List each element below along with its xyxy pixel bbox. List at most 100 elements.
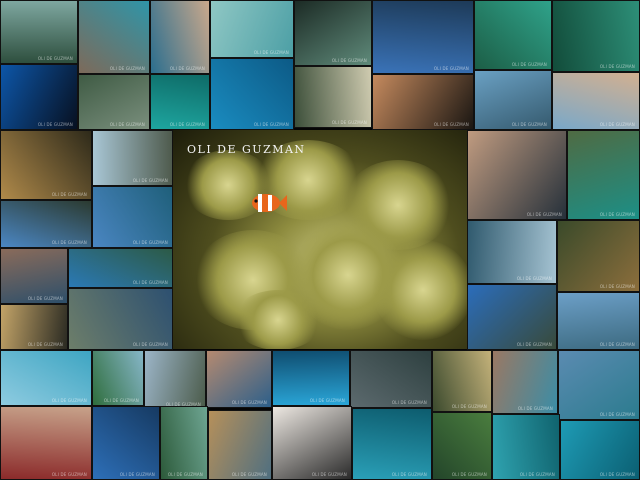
photo-tile-teal-water: OLI DE GUZMAN — [560, 420, 640, 480]
photo-tile-boats-lagoon: OLI DE GUZMAN — [558, 350, 640, 420]
photo-tile-rock-tower: OLI DE GUZMAN — [144, 350, 206, 410]
tile-watermark: OLI DE GUZMAN — [331, 58, 367, 63]
photo-tile-rocky-reef-gray: OLI DE GUZMAN — [350, 350, 432, 408]
photo-tile-person-on-beach: OLI DE GUZMAN — [294, 66, 372, 128]
tile-watermark: OLI DE GUZMAN — [599, 122, 635, 127]
photo-tile-woman-sunglasses-sky: OLI DE GUZMAN — [552, 72, 640, 130]
tile-watermark: OLI DE GUZMAN — [451, 472, 487, 477]
photo-tile-kayak-island: OLI DE GUZMAN — [92, 186, 173, 248]
tile-watermark: OLI DE GUZMAN — [37, 56, 73, 61]
tile-watermark: OLI DE GUZMAN — [109, 66, 145, 71]
tile-watermark: OLI DE GUZMAN — [132, 280, 168, 285]
photo-tile-reef-green: OLI DE GUZMAN — [474, 0, 552, 70]
photo-tile-karst-bay: OLI DE GUZMAN — [474, 70, 552, 130]
photo-tile-blue-sky-cliff: OLI DE GUZMAN — [0, 200, 92, 248]
tile-watermark: OLI DE GUZMAN — [231, 472, 267, 477]
photo-tile-sunset-islands: OLI DE GUZMAN — [372, 74, 474, 130]
photo-tile-man-closeup: OLI DE GUZMAN — [467, 130, 567, 220]
photo-tile-mountain-dusk: OLI DE GUZMAN — [0, 304, 68, 350]
tile-watermark: OLI DE GUZMAN — [169, 122, 205, 127]
photo-tile-snorkel-dive: OLI DE GUZMAN — [492, 414, 560, 480]
photo-tile-screaming-friends: OLI DE GUZMAN — [206, 350, 272, 408]
photo-tile-palm-beach-hut: OLI DE GUZMAN — [432, 350, 492, 412]
photo-tile-girl-sunglasses: OLI DE GUZMAN — [150, 0, 210, 74]
tile-watermark: OLI DE GUZMAN — [51, 472, 87, 477]
photo-tile-underwater-blue: OLI DE GUZMAN — [210, 58, 294, 130]
photo-tile-cliffs-lagoon: OLI DE GUZMAN — [0, 0, 78, 64]
tile-watermark: OLI DE GUZMAN — [51, 192, 87, 197]
tile-watermark: OLI DE GUZMAN — [511, 122, 547, 127]
tile-watermark: OLI DE GUZMAN — [516, 342, 552, 347]
photo-tile-islands-sky: OLI DE GUZMAN — [372, 0, 474, 74]
clownfish-icon — [252, 194, 287, 212]
tile-watermark: OLI DE GUZMAN — [231, 400, 267, 405]
photo-tile-coral-reef-small: OLI DE GUZMAN — [557, 220, 640, 292]
photo-tile-duo-sunglasses: OLI DE GUZMAN — [272, 406, 352, 480]
photo-tile-turquoise-shallows: OLI DE GUZMAN — [150, 74, 210, 130]
tile-watermark: OLI DE GUZMAN — [27, 342, 63, 347]
photo-tile-boat-bay: OLI DE GUZMAN — [557, 292, 640, 350]
tile-watermark: OLI DE GUZMAN — [103, 398, 139, 403]
tile-watermark: OLI DE GUZMAN — [132, 240, 168, 245]
tile-watermark: OLI DE GUZMAN — [253, 122, 289, 127]
photo-tile-green-bay: OLI DE GUZMAN — [160, 406, 208, 480]
main-photo-clownfish-anemone: OLI DE GUZMAN — [173, 130, 467, 349]
photo-tile-cliff-sky: OLI DE GUZMAN — [467, 284, 557, 350]
tile-watermark: OLI DE GUZMAN — [391, 400, 427, 405]
photo-tile-golden-cliff-sunset: OLI DE GUZMAN — [0, 130, 92, 200]
tile-watermark: OLI DE GUZMAN — [391, 472, 427, 477]
tile-watermark: OLI DE GUZMAN — [519, 472, 555, 477]
tile-watermark: OLI DE GUZMAN — [599, 472, 635, 477]
photo-tile-coral-teal: OLI DE GUZMAN — [552, 0, 640, 72]
photo-tile-rocky-shore: OLI DE GUZMAN — [68, 288, 173, 350]
photo-tile-beach-person: OLI DE GUZMAN — [208, 410, 272, 480]
photo-tile-rock-formation: OLI DE GUZMAN — [467, 220, 557, 284]
photo-tile-mossy-cliff: OLI DE GUZMAN — [567, 130, 640, 220]
photo-tile-clouds-island: OLI DE GUZMAN — [92, 406, 160, 480]
tile-watermark: OLI DE GUZMAN — [433, 66, 469, 71]
tile-watermark: OLI DE GUZMAN — [51, 398, 87, 403]
photo-tile-sea-plants: OLI DE GUZMAN — [432, 412, 492, 480]
tile-watermark: OLI DE GUZMAN — [169, 66, 205, 71]
photo-tile-couple-in-water: OLI DE GUZMAN — [492, 350, 558, 414]
tile-watermark: OLI DE GUZMAN — [516, 276, 552, 281]
tile-watermark: OLI DE GUZMAN — [109, 122, 145, 127]
tile-watermark: OLI DE GUZMAN — [167, 472, 203, 477]
anemone-cluster — [233, 290, 323, 349]
tile-watermark: OLI DE GUZMAN — [132, 178, 168, 183]
tile-watermark: OLI DE GUZMAN — [599, 212, 635, 217]
tile-watermark: OLI DE GUZMAN — [27, 296, 63, 301]
tile-watermark: OLI DE GUZMAN — [526, 212, 562, 217]
tile-watermark: OLI DE GUZMAN — [51, 240, 87, 245]
tile-watermark: OLI DE GUZMAN — [253, 50, 289, 55]
main-watermark: OLI DE GUZMAN — [187, 143, 306, 156]
photo-tile-diver-underwater: OLI DE GUZMAN — [352, 408, 432, 480]
photo-tile-rock-island: OLI DE GUZMAN — [92, 130, 173, 186]
photo-tile-snorkel-jump: OLI DE GUZMAN — [0, 350, 92, 406]
photo-tile-couple-selfie: OLI DE GUZMAN — [0, 248, 68, 304]
tile-watermark: OLI DE GUZMAN — [599, 284, 635, 289]
photo-tile-starfish-hand: OLI DE GUZMAN — [272, 350, 350, 406]
photo-tile-people-wading: OLI DE GUZMAN — [210, 0, 294, 58]
tile-watermark: OLI DE GUZMAN — [433, 122, 469, 127]
tile-watermark: OLI DE GUZMAN — [511, 62, 547, 67]
photo-tile-lagoon-walk: OLI DE GUZMAN — [92, 350, 144, 406]
photo-tile-dark-cave-lagoon: OLI DE GUZMAN — [294, 0, 372, 66]
tile-watermark: OLI DE GUZMAN — [451, 404, 487, 409]
photo-tile-tree-over-water: OLI DE GUZMAN — [78, 74, 150, 130]
tile-watermark: OLI DE GUZMAN — [599, 412, 635, 417]
anemone-cluster — [373, 240, 467, 340]
photo-tile-couple-swimming: OLI DE GUZMAN — [78, 0, 150, 74]
tile-watermark: OLI DE GUZMAN — [599, 64, 635, 69]
tile-watermark: OLI DE GUZMAN — [599, 342, 635, 347]
tile-watermark: OLI DE GUZMAN — [311, 472, 347, 477]
photo-collage: OLI DE GUZMAN OLI DE GUZMAN OLI DE GUZMAN O… — [0, 0, 640, 480]
photo-tile-cross-silhouette: OLI DE GUZMAN — [0, 64, 78, 130]
tile-watermark: OLI DE GUZMAN — [132, 342, 168, 347]
tile-watermark: OLI DE GUZMAN — [331, 120, 367, 125]
photo-tile-lagoon-mountains: OLI DE GUZMAN — [68, 248, 173, 288]
tile-watermark: OLI DE GUZMAN — [517, 406, 553, 411]
tile-watermark: OLI DE GUZMAN — [119, 472, 155, 477]
tile-watermark: OLI DE GUZMAN — [309, 398, 345, 403]
photo-tile-friends-selfie-red: OLI DE GUZMAN — [0, 406, 92, 480]
